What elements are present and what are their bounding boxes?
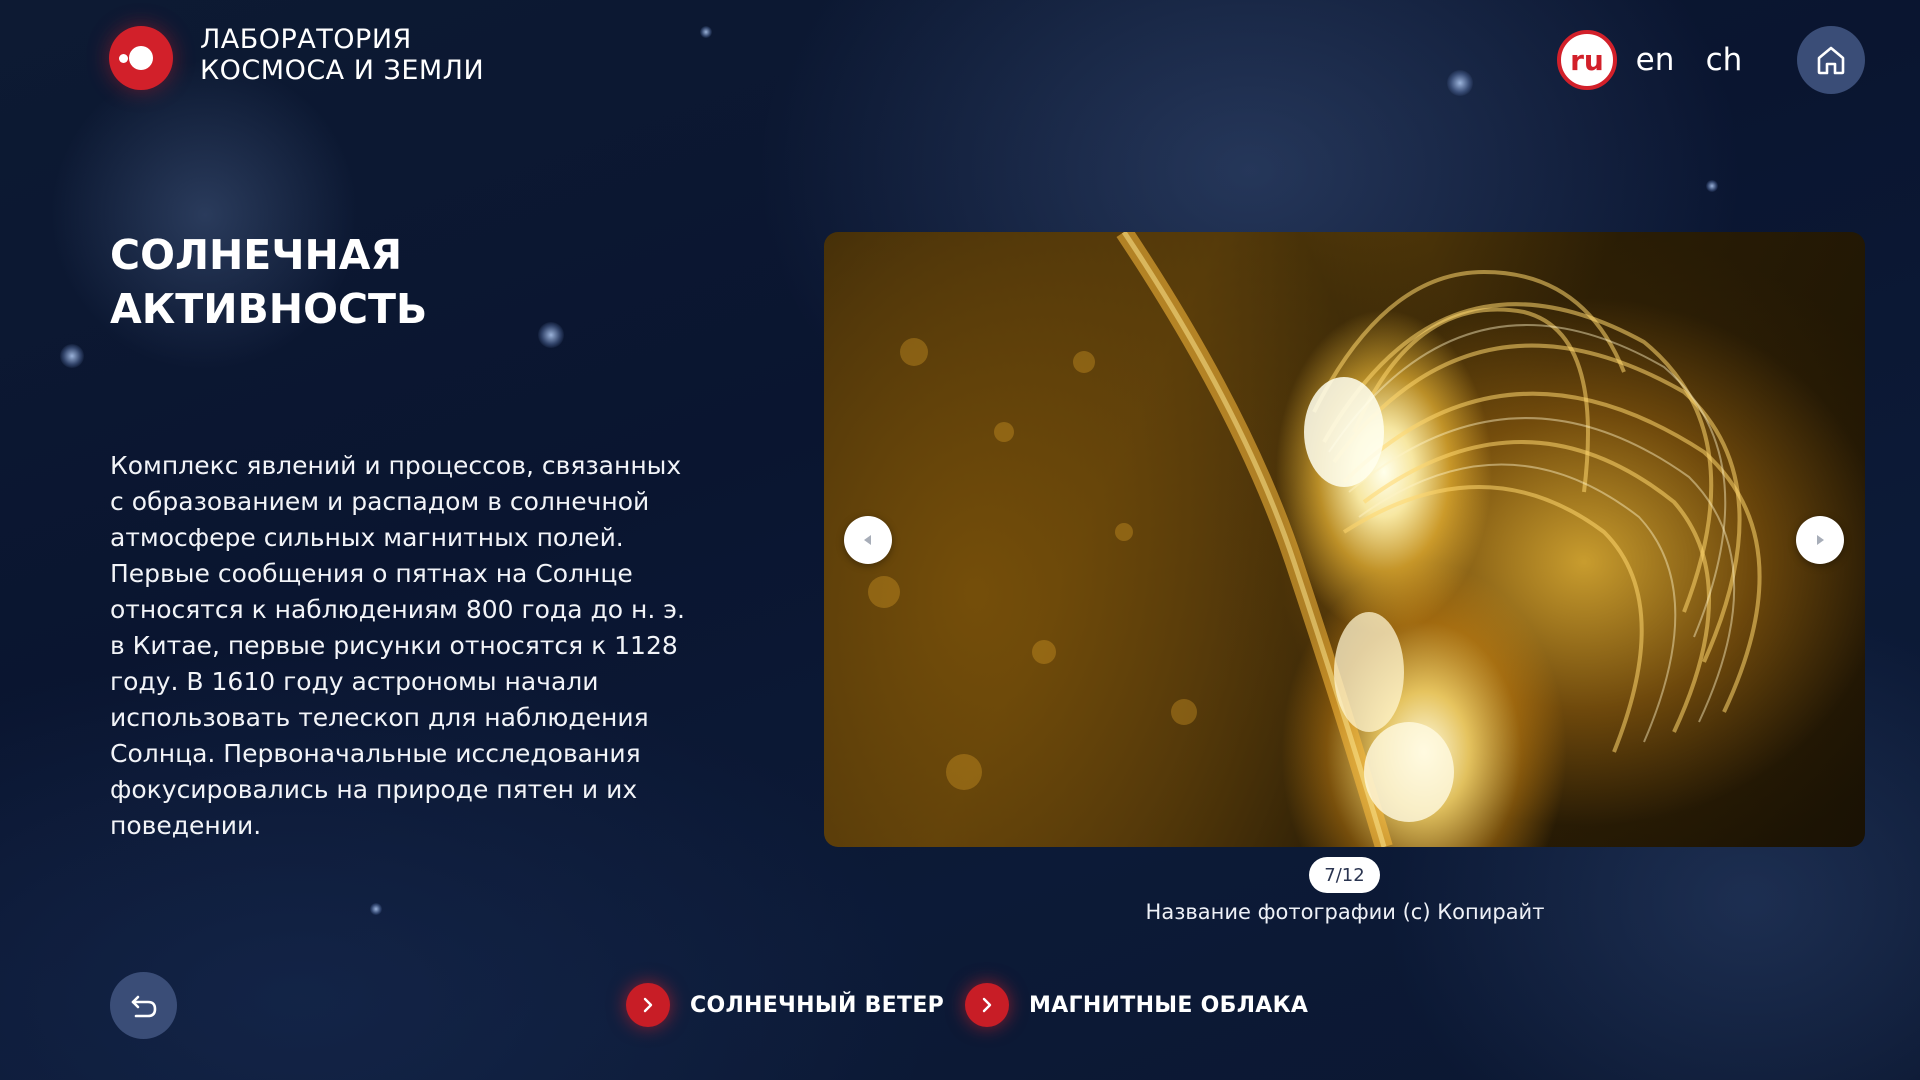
star-decoration <box>700 26 712 38</box>
gallery-prev-button[interactable] <box>844 516 892 564</box>
logo-text[interactable]: ЛАБОРАТОРИЯ КОСМОСА И ЗЕМЛИ <box>200 24 484 86</box>
star-decoration <box>1447 70 1473 96</box>
logo-line-2: КОСМОСА И ЗЕМЛИ <box>200 55 485 86</box>
related-link-label: СОЛНЕЧНЫЙ ВЕТЕР <box>690 992 945 1018</box>
back-arrow-icon <box>131 995 156 1017</box>
related-link-solar-wind[interactable]: СОЛНЕЧНЫЙ ВЕТЕР <box>626 982 944 1028</box>
related-link-chevron <box>626 983 670 1027</box>
related-link-chevron <box>965 983 1009 1027</box>
back-button[interactable] <box>110 972 177 1039</box>
photo-caption: Название фотографии (с) Копирайт <box>1145 900 1545 924</box>
logo-ring <box>129 46 153 70</box>
photo-gallery[interactable] <box>824 232 1865 847</box>
star-decoration <box>370 903 382 915</box>
solar-flare-image <box>868 232 1762 847</box>
description-text: Комплекс явлений и процессов, связанных … <box>110 451 685 840</box>
chevron-right-icon <box>982 997 992 1013</box>
language-ch-button[interactable]: ch <box>1694 30 1754 90</box>
star-decoration <box>1706 180 1718 192</box>
related-link-magnetic-clouds[interactable]: МАГНИТНЫЕ ОБЛАКА <box>965 982 1308 1028</box>
language-en-button[interactable]: en <box>1625 30 1685 90</box>
related-link-label: МАГНИТНЫЕ ОБЛАКА <box>1029 992 1309 1018</box>
page-title-line-1: СОЛНЕЧНАЯ <box>110 231 403 279</box>
chevron-right-icon <box>643 997 653 1013</box>
page-title: СОЛНЕЧНАЯ АКТИВНОСТЬ <box>110 228 670 336</box>
chevron-right-icon <box>1817 535 1824 545</box>
star-decoration <box>60 344 84 368</box>
logo-dot <box>119 54 128 63</box>
home-icon <box>1817 46 1845 75</box>
chevron-left-icon <box>864 535 871 545</box>
logo-line-1: ЛАБОРАТОРИЯ <box>200 24 412 55</box>
home-button[interactable] <box>1797 26 1865 94</box>
gallery-counter: 7/12 <box>1309 857 1380 893</box>
language-ru-button[interactable]: ru <box>1557 30 1617 90</box>
gallery-next-button[interactable] <box>1796 516 1844 564</box>
page-title-line-2: АКТИВНОСТЬ <box>110 285 428 333</box>
logo-icon[interactable] <box>109 26 173 90</box>
